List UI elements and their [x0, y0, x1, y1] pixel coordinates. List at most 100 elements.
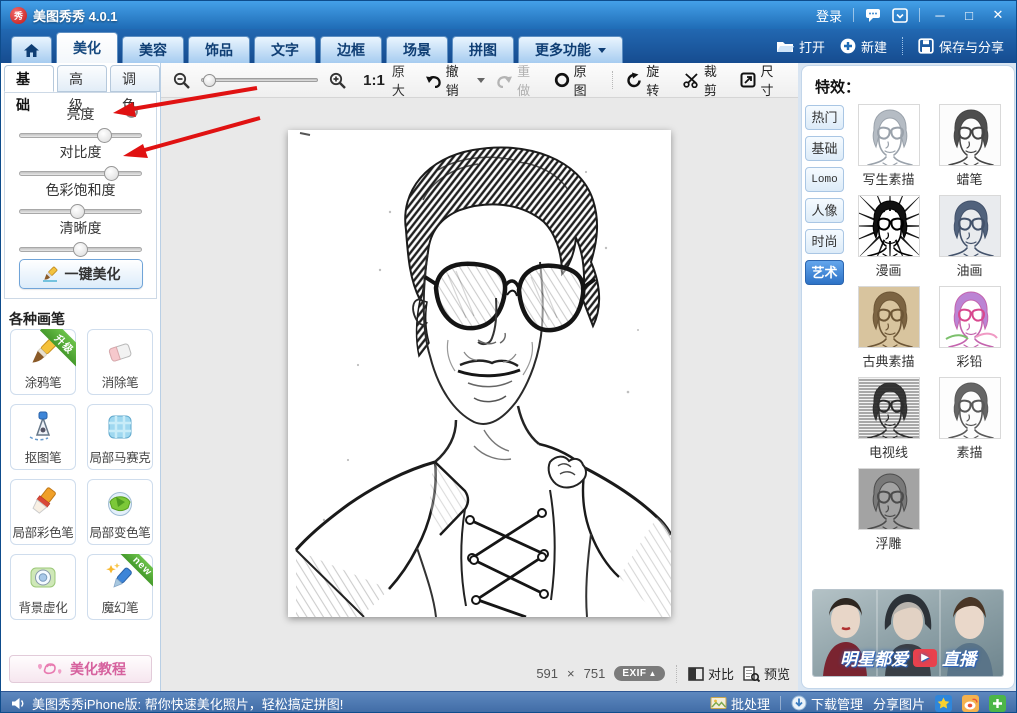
adjust-tab-tone[interactable]: 调色 — [110, 65, 160, 92]
tab-accessories[interactable]: 饰品 — [188, 36, 250, 63]
save-share-button[interactable]: 保存与分享 — [918, 37, 1004, 56]
login-link[interactable]: 登录 — [816, 6, 842, 25]
effect-colored-pencil[interactable]: 彩铅 — [929, 286, 1010, 370]
view-original-button[interactable]: 原图 — [554, 61, 600, 99]
skin-theme-icon[interactable] — [892, 8, 908, 23]
actual-size-ratio[interactable]: 1:1 — [363, 72, 385, 89]
effect-crayon[interactable]: 蜡笔 — [929, 104, 1010, 188]
effect-thumbnail-sketch[interactable] — [939, 377, 1001, 439]
share-image-button[interactable]: 分享图片 — [873, 694, 925, 713]
edited-photo[interactable] — [288, 130, 671, 617]
undo-button[interactable]: 撤销 — [425, 61, 485, 99]
add-share-icon[interactable] — [989, 695, 1006, 712]
effect-thumbnail-emboss[interactable] — [858, 468, 920, 530]
effect-thumbnail-colored-pencil[interactable] — [939, 286, 1001, 348]
preview-button[interactable]: 预览 — [743, 664, 790, 683]
effect-category-lomo[interactable]: Lomo — [805, 167, 844, 192]
qzone-icon[interactable] — [935, 695, 952, 712]
effect-thumbnail-crayon[interactable] — [939, 104, 1001, 166]
crop-button[interactable]: 裁剪 — [683, 61, 730, 99]
close-button[interactable]: ✕ — [989, 7, 1007, 23]
tab-collage[interactable]: 拼图 — [452, 36, 514, 63]
effect-emboss[interactable]: 浮雕 — [848, 468, 929, 552]
brush-doodle-pen-button[interactable]: 涂鸦笔升级 — [10, 329, 76, 395]
effect-category-fashion[interactable]: 时尚 — [805, 229, 844, 254]
new-button[interactable]: 新建 — [840, 37, 887, 56]
slider-thumb-saturation[interactable] — [70, 204, 85, 219]
effect-category-portrait[interactable]: 人像 — [805, 198, 844, 223]
dimension-times: × — [567, 666, 575, 681]
slider-thumb-clarity[interactable] — [73, 242, 88, 257]
slider-clarity[interactable] — [19, 247, 142, 252]
effect-grid: 写生素描 蜡笔 漫画 — [848, 104, 1010, 552]
effect-category-art[interactable]: 艺术 — [805, 260, 844, 285]
slider-thumb-brightness[interactable] — [97, 128, 112, 143]
tab-text[interactable]: 文字 — [254, 36, 316, 63]
zoom-in-icon[interactable] — [329, 72, 346, 89]
zoom-out-icon[interactable] — [173, 72, 190, 89]
brush-cutout-pen-button[interactable]: 抠图笔 — [10, 404, 76, 470]
compare-button[interactable]: 对比 — [688, 664, 734, 683]
brush-eraser-pen-button[interactable]: 消除笔 — [87, 329, 153, 395]
effect-tv-lines[interactable]: 电视线 — [848, 377, 929, 461]
slider-saturation[interactable] — [19, 209, 142, 214]
effect-oil-painting[interactable]: 油画 — [929, 195, 1010, 279]
effect-manga[interactable]: 漫画 — [848, 195, 929, 279]
adjust-tab-basic[interactable]: 基础 — [4, 65, 54, 92]
effect-life-sketch[interactable]: 写生素描 — [848, 104, 929, 188]
effects-panel: 特效： 热门基础Lomo人像时尚艺术 写生素描 蜡笔 — [798, 63, 1017, 691]
redo-button[interactable]: 重做 — [496, 61, 543, 99]
batch-process-button[interactable]: 批处理 — [710, 694, 770, 713]
exif-badge[interactable]: EXIF▲ — [614, 666, 665, 681]
batch-label: 批处理 — [731, 694, 770, 713]
promo-text: 美图秀秀iPhone版: 帮你快速美化照片，轻松搞定拼图! — [32, 694, 343, 713]
tab-beauty[interactable]: 美容 — [122, 36, 184, 63]
effect-thumbnail-tv-lines[interactable] — [858, 377, 920, 439]
open-button[interactable]: 打开 — [776, 37, 825, 56]
tab-label: 美化 — [73, 38, 101, 58]
zoom-slider-thumb[interactable] — [203, 74, 216, 87]
one-key-beautify-button[interactable]: 一键美化 — [19, 259, 143, 289]
effect-thumbnail-oil-painting[interactable] — [939, 195, 1001, 257]
ad-banner[interactable]: 明星都爱 ▶ 直播 — [812, 589, 1004, 677]
undo-history-chevron-icon[interactable] — [477, 78, 485, 83]
preview-label: 预览 — [764, 664, 790, 683]
slider-contrast[interactable] — [19, 171, 142, 176]
effect-thumbnail-life-sketch[interactable] — [858, 104, 920, 166]
maximize-button[interactable]: □ — [960, 8, 978, 23]
slider-brightness[interactable] — [19, 133, 142, 138]
effect-category-basic[interactable]: 基础 — [805, 136, 844, 161]
status-separator — [676, 665, 677, 683]
effect-thumbnail-manga[interactable] — [858, 195, 920, 257]
slider-thumb-contrast[interactable] — [104, 166, 119, 181]
tab-scene[interactable]: 场景 — [386, 36, 448, 63]
app-window: 秀 美图秀秀 4.0.1 登录 ─ □ ✕ 美化美容饰品文字边框场景拼图更多功能… — [0, 0, 1017, 713]
brush-mosaic-button[interactable]: 局部马赛克 — [87, 404, 153, 470]
effect-sketch[interactable]: 素描 — [929, 377, 1010, 461]
resize-button[interactable]: 尺寸 — [740, 61, 786, 99]
brush-bg-blur-button[interactable]: 背景虚化 — [10, 554, 76, 620]
beautify-tutorial-button[interactable]: 美化教程 — [9, 655, 152, 683]
tab-beautify[interactable]: 美化 — [56, 32, 118, 63]
brush-magic-pen-button[interactable]: 魔幻笔new — [87, 554, 153, 620]
download-manager-button[interactable]: 下载管理 — [791, 694, 863, 713]
brush-recolor-pen-button[interactable]: 局部变色笔 — [87, 479, 153, 545]
effect-classic-sketch[interactable]: 古典素描 — [848, 286, 929, 370]
background-blur-icon — [26, 560, 60, 599]
adjust-tab-advanced[interactable]: 高级 — [57, 65, 107, 92]
tab-home[interactable] — [11, 36, 52, 63]
effects-box: 特效： 热门基础Lomo人像时尚艺术 写生素描 蜡笔 — [801, 65, 1015, 689]
tab-frame[interactable]: 边框 — [320, 36, 382, 63]
rotate-button[interactable]: 旋转 — [626, 61, 672, 99]
effect-thumbnail-classic-sketch[interactable] — [858, 286, 920, 348]
doodle-pen-icon — [26, 335, 60, 374]
brush-color-brush-button[interactable]: 局部彩色笔 — [10, 479, 76, 545]
zoom-slider[interactable] — [201, 78, 318, 82]
tab-more-features[interactable]: 更多功能 — [518, 36, 623, 63]
actual-size-label[interactable]: 原大 — [392, 61, 418, 99]
weibo-icon[interactable] — [962, 695, 979, 712]
feedback-message-icon[interactable] — [865, 8, 881, 23]
effect-category-hot[interactable]: 热门 — [805, 105, 844, 130]
minimize-button[interactable]: ─ — [931, 8, 949, 23]
promo-message[interactable]: 美图秀秀iPhone版: 帮你快速美化照片，轻松搞定拼图! — [11, 694, 343, 713]
